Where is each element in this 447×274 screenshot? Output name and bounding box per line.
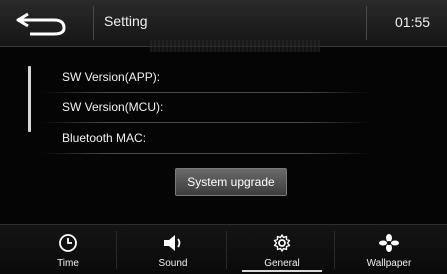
page-title: Setting [104,13,148,29]
tab-time[interactable]: Time [28,225,108,274]
tab-general[interactable]: General [242,225,322,274]
clock-icon [59,234,77,252]
settings-screen: Setting 01:55 SW Version(APP): SW Versio… [0,0,447,274]
wallpaper-icon [379,234,399,252]
back-button[interactable] [10,8,80,38]
info-label: Bluetooth MAC: [62,131,147,145]
tab-label: Sound [158,258,188,269]
tab-label: General [242,258,322,272]
info-row-sw-app: SW Version(APP): [62,66,362,92]
tab-divider [226,231,227,269]
tab-divider [116,231,117,269]
header-texture [150,40,320,52]
tab-wallpaper[interactable]: Wallpaper [349,225,429,274]
row-divider [40,153,370,154]
info-label: SW Version(APP): [62,70,161,84]
back-arrow-icon [16,12,66,36]
bottom-tab-bar: Time Sound General Wallpaper [0,224,447,274]
info-row-sw-mcu: SW Version(MCU): [62,96,362,122]
tab-sound[interactable]: Sound [133,225,213,274]
info-label: SW Version(MCU): [62,100,164,114]
tab-label: Wallpaper [366,258,412,269]
speaker-icon [164,235,181,251]
gear-icon [273,234,291,252]
info-row-bluetooth-mac: Bluetooth MAC: [62,127,362,153]
row-divider [40,122,370,123]
header-divider [93,6,94,40]
header-divider [366,6,367,40]
system-upgrade-button[interactable]: System upgrade [175,168,287,196]
tab-label: Time [57,258,79,269]
row-divider [40,92,370,93]
tab-divider [334,231,335,269]
header-bar: Setting 01:55 [0,0,447,52]
clock-display: 01:55 [395,14,431,30]
scroll-indicator[interactable] [28,66,31,132]
